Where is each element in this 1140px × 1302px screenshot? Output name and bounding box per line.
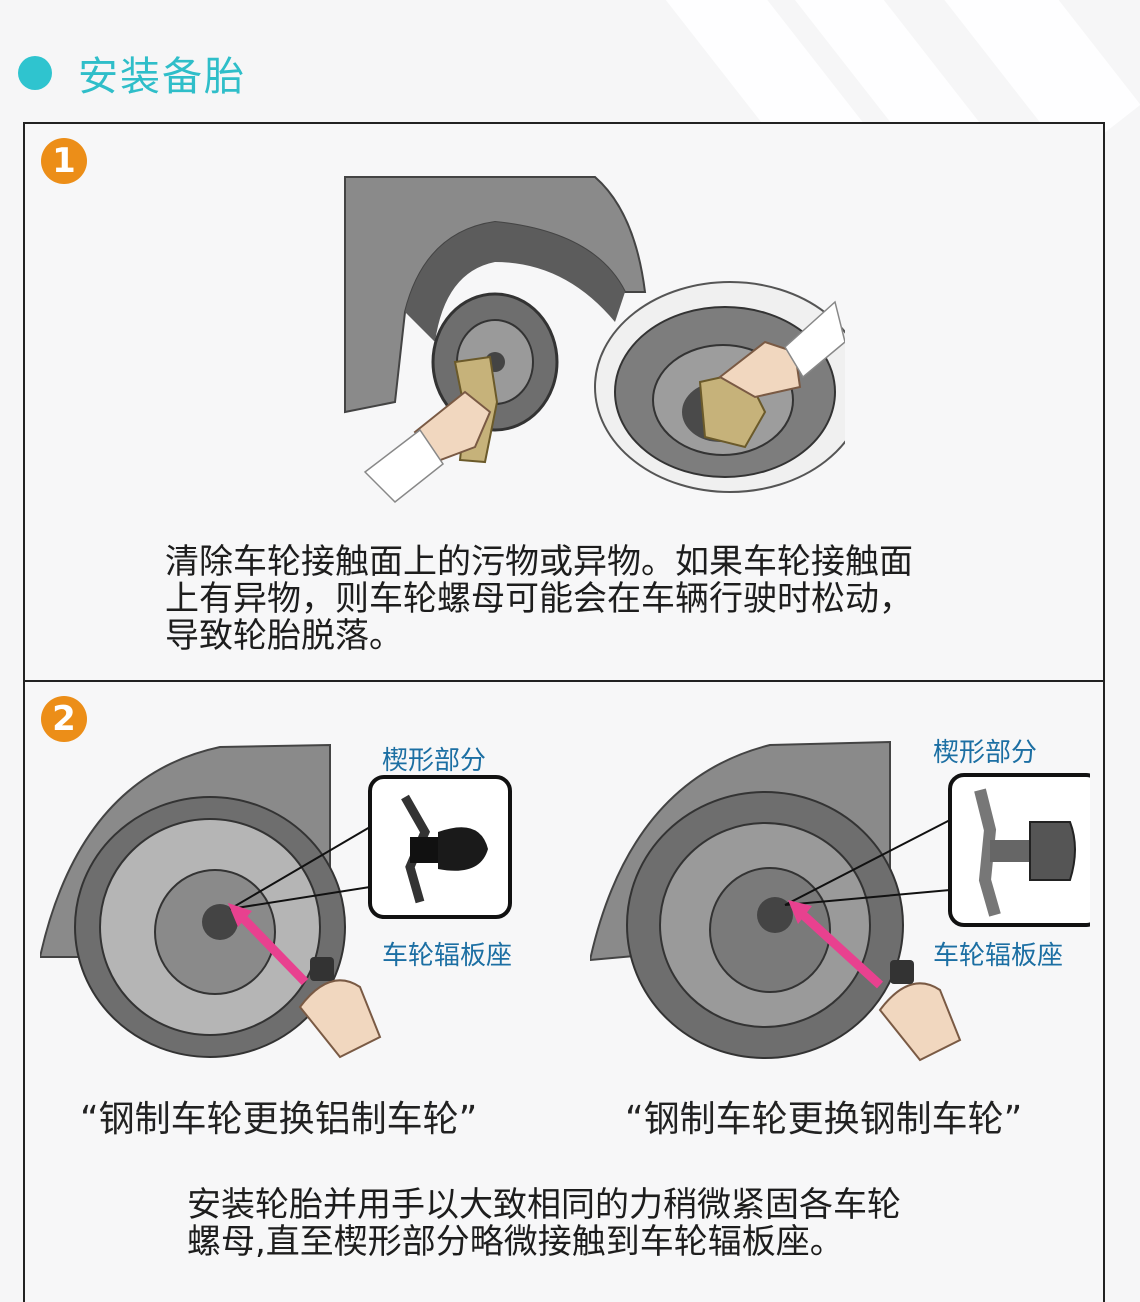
step-number-badge: 2	[41, 696, 87, 742]
description-line: 安装轮胎并用手以大致相同的力稍微紧固各车轮	[187, 1185, 901, 1225]
wedge-part-label: 楔形部分	[382, 746, 487, 776]
wheel-disc-seat-label: 车轮辐板座	[382, 941, 513, 971]
step-1-panel: 1 清除车轮接触面上的污物或异物。如果车轮接触面 上有异物，则车轮螺母可能会在车…	[23, 122, 1105, 683]
description-line: 上有异物，则车轮螺母可能会在车辆行驶时松动，	[165, 579, 913, 619]
step-1-description: 清除车轮接触面上的污物或异物。如果车轮接触面 上有异物，则车轮螺母可能会在车辆行…	[165, 544, 913, 655]
description-line: 清除车轮接触面上的污物或异物。如果车轮接触面	[165, 542, 913, 582]
section-header: 安装备胎	[18, 38, 246, 108]
step-number-badge: 1	[41, 138, 87, 184]
figure-caption: “钢制车轮更换钢制车轮”	[625, 1099, 1023, 1140]
description-line: 导致轮胎脱落。	[165, 616, 403, 656]
section-title: 安装备胎	[78, 54, 246, 100]
wedge-part-label: 楔形部分	[933, 738, 1038, 768]
step-2-description: 安装轮胎并用手以大致相同的力稍微紧固各车轮 螺母,直至楔形部分略微接触到车轮辐板…	[187, 1187, 901, 1261]
step-2-panel: 2 楔形部分 车轮辐板座 “钢制车轮更换铝制车轮” 楔形部分 车轮辐板座 “钢制…	[23, 680, 1105, 1302]
steel-to-aluminum-wheel-illustration	[40, 743, 512, 1059]
description-line: 螺母,直至楔形部分略微接触到车轮辐板座。	[187, 1222, 844, 1262]
steel-to-steel-wheel-illustration	[590, 740, 1090, 1062]
figure-caption: “钢制车轮更换铝制车轮”	[80, 1099, 478, 1140]
wheel-disc-seat-label: 车轮辐板座	[933, 941, 1064, 971]
clean-wheel-hub-illustration	[344, 176, 845, 504]
bullet-icon	[18, 56, 52, 90]
